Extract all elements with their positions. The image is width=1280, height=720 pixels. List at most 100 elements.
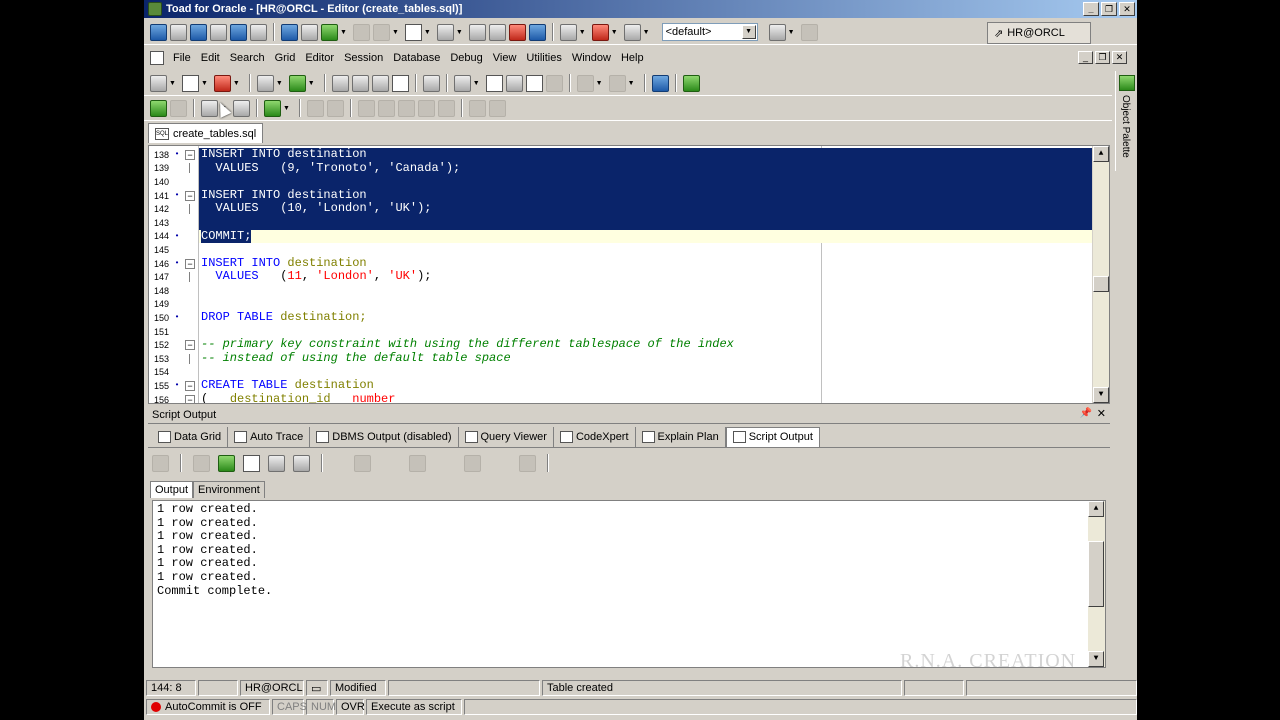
scroll-thumb[interactable] <box>1093 276 1109 292</box>
save-icon[interactable] <box>331 74 349 92</box>
chevron-down-icon[interactable]: ▼ <box>611 29 618 36</box>
editor-document-icon[interactable] <box>150 51 164 65</box>
menu-search[interactable]: Search <box>225 52 270 64</box>
chevron-down-icon[interactable]: ▼ <box>276 80 283 87</box>
restore-button[interactable]: ❐ <box>1101 2 1117 16</box>
chevron-down-icon[interactable]: ▼ <box>169 80 176 87</box>
project-manager-icon[interactable] <box>281 23 298 41</box>
chevron-down-icon[interactable]: ▼ <box>283 105 290 112</box>
scroll-down-button[interactable]: ▼ <box>1088 651 1104 667</box>
upload-icon[interactable] <box>528 23 546 41</box>
goto-icon[interactable] <box>651 74 669 92</box>
session-browser-icon[interactable] <box>321 23 338 41</box>
mdi-close-button[interactable]: ✕ <box>1112 51 1127 64</box>
tab-dbms-output[interactable]: DBMS Output (disabled) <box>310 426 459 447</box>
chevron-down-icon[interactable]: ▼ <box>456 29 463 36</box>
tab-data-grid[interactable]: Data Grid <box>152 426 229 447</box>
clipboard-icon[interactable] <box>218 454 235 472</box>
format-icon[interactable] <box>453 74 471 92</box>
chevron-down-icon[interactable]: ▼ <box>392 29 399 36</box>
menu-utilities[interactable]: Utilities <box>521 52 566 64</box>
output-scrollbar[interactable]: ▲ ▼ <box>1088 501 1105 667</box>
save-all-icon[interactable] <box>371 74 389 92</box>
chevron-down-icon[interactable]: ▼ <box>579 29 586 36</box>
chevron-down-icon[interactable]: ▼ <box>473 80 480 87</box>
run-icon[interactable] <box>263 99 281 117</box>
menu-session[interactable]: Session <box>339 52 388 64</box>
schema-browser-icon[interactable] <box>170 23 187 41</box>
report-icon[interactable] <box>250 23 267 41</box>
tab-create-tables-sql[interactable]: SQL create_tables.sql <box>148 123 264 143</box>
window-icon[interactable] <box>485 74 503 92</box>
chevron-down-icon[interactable]: ▼ <box>741 25 756 39</box>
document-icon[interactable] <box>404 23 422 41</box>
chevron-down-icon[interactable]: ▼ <box>643 29 650 36</box>
tab-codexpert[interactable]: CodeXpert <box>554 426 636 447</box>
mdi-minimize-button[interactable]: _ <box>1078 51 1093 64</box>
new-editor-icon[interactable] <box>150 23 167 41</box>
sql-recall-icon[interactable] <box>525 74 543 92</box>
connection-button[interactable]: ⇗ HR@ORCL <box>987 22 1091 44</box>
scroll-thumb[interactable] <box>1088 541 1104 607</box>
object-palette[interactable]: Object Palette <box>1115 71 1137 171</box>
menu-view[interactable]: View <box>488 52 522 64</box>
scroll-down-button[interactable]: ▼ <box>1093 387 1109 403</box>
sql-optimizer-icon[interactable] <box>230 23 247 41</box>
chevron-down-icon[interactable]: ▼ <box>201 80 208 87</box>
menu-file[interactable]: File <box>168 52 196 64</box>
mdi-restore-button[interactable]: ❐ <box>1095 51 1110 64</box>
connect-icon[interactable] <box>150 74 167 92</box>
sql-icon[interactable] <box>181 74 199 92</box>
load-icon[interactable] <box>288 74 306 92</box>
diff-icon[interactable] <box>488 23 506 41</box>
scroll-up-button[interactable]: ▲ <box>1088 501 1104 517</box>
close-button[interactable]: ✕ <box>1119 2 1135 16</box>
sql-tracker-icon[interactable] <box>210 23 227 41</box>
editor-scrollbar[interactable]: ▲ ▼ <box>1092 146 1109 403</box>
download-icon[interactable] <box>508 23 526 41</box>
chevron-down-icon[interactable]: ▼ <box>340 29 347 36</box>
close-icon[interactable]: ✕ <box>1097 407 1106 420</box>
menu-debug[interactable]: Debug <box>445 52 487 64</box>
chevron-down-icon[interactable]: ▼ <box>308 80 315 87</box>
object-search-icon[interactable] <box>301 23 318 41</box>
chevron-down-icon[interactable]: ▼ <box>424 29 431 36</box>
tab-auto-trace[interactable]: Auto Trace <box>228 426 311 447</box>
connection-icon[interactable] <box>768 23 786 41</box>
minimize-button[interactable]: _ <box>1083 2 1099 16</box>
execute-statement-icon[interactable] <box>150 99 167 117</box>
pin-icon[interactable]: 📌 <box>1080 408 1092 419</box>
refresh-icon[interactable] <box>682 74 700 92</box>
save-as-icon[interactable] <box>351 74 369 92</box>
menu-database[interactable]: Database <box>388 52 445 64</box>
clear-icon[interactable] <box>213 74 231 92</box>
chevron-down-icon[interactable]: ▼ <box>233 80 240 87</box>
tab-output[interactable]: Output <box>150 481 194 498</box>
menu-grid[interactable]: Grid <box>270 52 301 64</box>
tab-explain-plan[interactable]: Explain Plan <box>636 426 726 447</box>
new-document-icon[interactable] <box>243 454 260 472</box>
script-output-text[interactable]: 1 row created. 1 row created. 1 row crea… <box>152 500 1106 668</box>
compare-icon[interactable] <box>468 23 486 41</box>
chevron-down-icon[interactable]: ▼ <box>788 29 795 36</box>
tools-icon[interactable] <box>591 23 609 41</box>
split-icon[interactable] <box>505 74 523 92</box>
explain-plan-icon[interactable] <box>232 99 250 117</box>
tab-script-output[interactable]: Script Output <box>725 426 820 447</box>
page-icon[interactable] <box>391 74 409 92</box>
print-icon[interactable] <box>293 454 310 472</box>
export-icon[interactable] <box>436 23 454 41</box>
autocommit-status[interactable]: AutoCommit is OFF <box>146 699 270 715</box>
sql-modeler-icon[interactable] <box>190 23 207 41</box>
menu-edit[interactable]: Edit <box>196 52 225 64</box>
help-icon[interactable] <box>623 23 641 41</box>
sql-editor[interactable]: 138 • − INSERT INTO destination 139 VALUES… <box>148 145 1110 404</box>
scroll-up-button[interactable]: ▲ <box>1093 146 1109 162</box>
tab-query-viewer[interactable]: Query Viewer <box>459 426 554 447</box>
menu-help[interactable]: Help <box>616 52 649 64</box>
menu-editor[interactable]: Editor <box>300 52 339 64</box>
print-icon[interactable] <box>422 74 440 92</box>
open-folder-icon[interactable] <box>256 74 274 92</box>
tab-environment[interactable]: Environment <box>193 481 265 498</box>
menu-window[interactable]: Window <box>567 52 616 64</box>
